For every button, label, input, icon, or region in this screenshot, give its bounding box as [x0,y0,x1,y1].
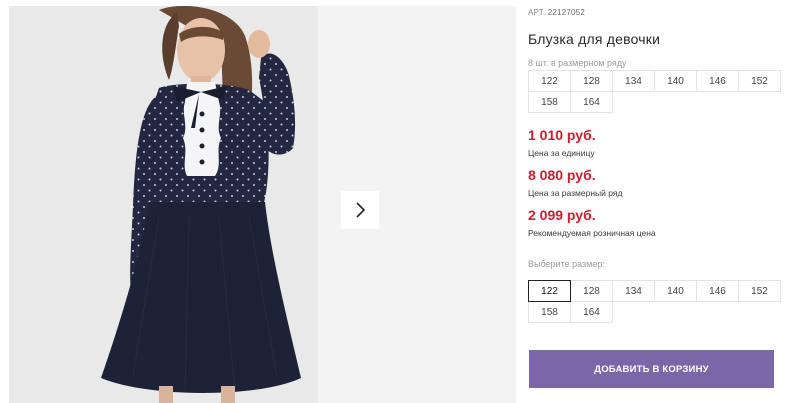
size-option-152[interactable]: 152 [738,280,781,302]
pack-size-cell: 164 [570,91,613,113]
pack-note: 8 шт. в размерном ряду [528,58,627,68]
pack-size-cell: 134 [612,70,655,92]
add-to-cart-button[interactable]: ДОБАВИТЬ В КОРЗИНУ [529,350,774,388]
product-title: Блузка для девочки [528,31,661,47]
pack-size-cell: 128 [570,70,613,92]
article-label: АРТ. [528,8,546,17]
size-option-122[interactable]: 122 [528,280,571,302]
size-option-158[interactable]: 158 [528,301,571,323]
size-option-140[interactable]: 140 [654,280,697,302]
article-value: 22127052 [547,8,585,17]
size-select-label: Выберите размер: [528,259,605,269]
size-option-164[interactable]: 164 [570,301,613,323]
chevron-right-icon [356,202,366,218]
pack-price: 8 080 руб. [528,167,596,183]
pack-price-label: Цена за размерный ряд [528,188,623,198]
retail-price-label: Рекомендуемая розничная цена [528,228,656,238]
article-number: АРТ. 22127052 [528,8,585,17]
pack-size-cell: 140 [654,70,697,92]
unit-price: 1 010 руб. [528,127,596,143]
pack-size-cell: 158 [528,91,571,113]
unit-price-label: Цена за единицу [528,148,595,158]
product-details: АРТ. 22127052 Блузка для девочки 8 шт. в… [528,0,790,403]
size-option-128[interactable]: 128 [570,280,613,302]
retail-price: 2 099 руб. [528,207,596,223]
pack-size-cell: 122 [528,70,571,92]
gallery-next-button[interactable] [341,191,379,229]
size-select-grid: 122 128 134 140 146 152 158 164 [528,280,781,323]
product-gallery [0,0,518,403]
product-photo [9,6,318,403]
size-option-134[interactable]: 134 [612,280,655,302]
pack-sizes-grid: 122 128 134 140 146 152 158 164 [528,70,781,113]
size-option-146[interactable]: 146 [696,280,739,302]
pack-size-cell: 152 [738,70,781,92]
pack-size-cell: 146 [696,70,739,92]
